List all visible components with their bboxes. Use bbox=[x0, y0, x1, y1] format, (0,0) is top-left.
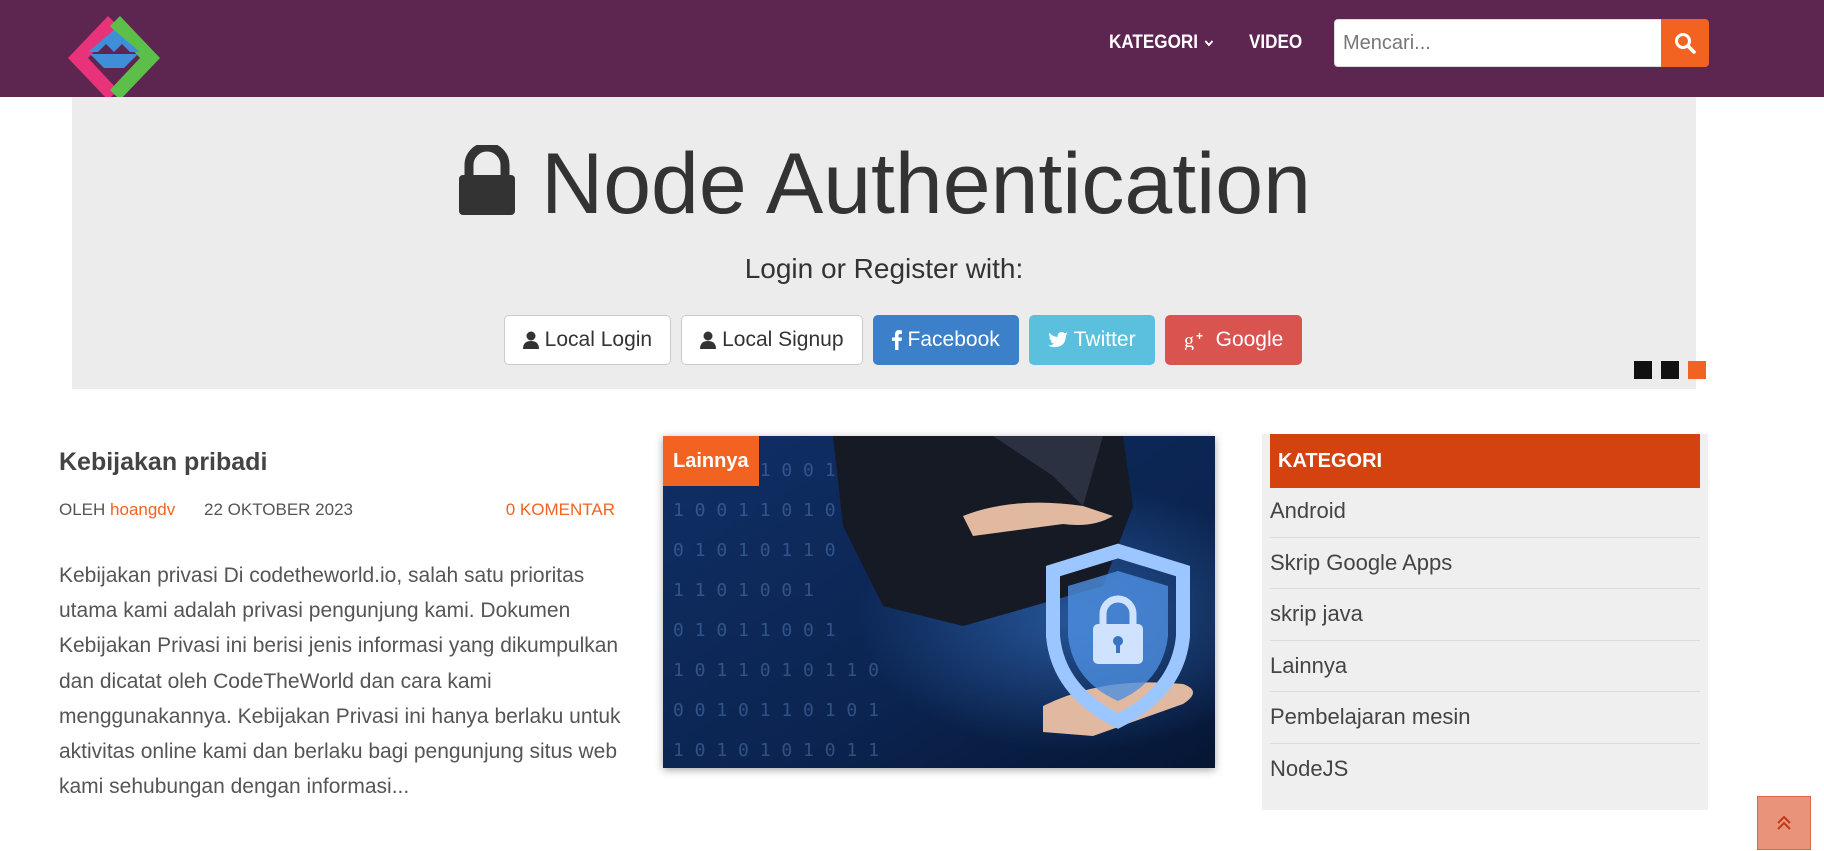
nav-kategori-label: KATEGORI bbox=[1109, 32, 1198, 53]
category-item-nodejs[interactable]: NodeJS bbox=[1270, 744, 1700, 796]
svg-text:g: g bbox=[1184, 330, 1194, 350]
slide-title: Node Authentication bbox=[72, 135, 1696, 238]
user-icon bbox=[700, 331, 717, 349]
search-box bbox=[1334, 19, 1662, 67]
by-label: OLEH bbox=[59, 500, 106, 519]
local-login-label: Local Login bbox=[544, 328, 653, 351]
back-to-top-button[interactable] bbox=[1757, 796, 1811, 850]
nav-video-label: VIDEO bbox=[1249, 32, 1303, 53]
site-logo-icon bbox=[68, 16, 160, 100]
post-byline: OLEH hoangdv bbox=[59, 500, 175, 520]
category-item-java[interactable]: skrip java bbox=[1270, 589, 1700, 641]
post-excerpt: Kebijakan privasi Di codetheworld.io, sa… bbox=[59, 564, 621, 799]
slider-dot[interactable] bbox=[1634, 361, 1652, 379]
post-title[interactable]: Kebijakan pribadi bbox=[59, 448, 267, 477]
category-item-android[interactable]: Android bbox=[1270, 486, 1700, 538]
sidebar-heading: KATEGORI bbox=[1270, 434, 1700, 488]
auth-buttons: Local Login Local Signup Facebook Twitte… bbox=[72, 315, 1696, 365]
category-item-machine-learning[interactable]: Pembelajaran mesin bbox=[1270, 692, 1700, 744]
site-header: KATEGORI VIDEO bbox=[0, 0, 1824, 100]
nav-video[interactable]: VIDEO bbox=[1249, 28, 1302, 58]
nav-kategori[interactable]: KATEGORI bbox=[1109, 28, 1214, 58]
local-signup-label: Local Signup bbox=[722, 328, 844, 351]
svg-text:+: + bbox=[1196, 330, 1203, 343]
google-label: Google bbox=[1215, 328, 1284, 351]
twitter-label: Twitter bbox=[1073, 328, 1136, 351]
chevron-down-icon bbox=[1204, 40, 1214, 47]
sidebar-categories: KATEGORI Android Skrip Google Apps skrip… bbox=[1262, 434, 1708, 810]
facebook-button[interactable]: Facebook bbox=[872, 315, 1019, 365]
featured-slider[interactable]: Node Authentication Login or Register wi… bbox=[72, 97, 1696, 389]
google-plus-icon: g + bbox=[1184, 330, 1210, 350]
lock-icon bbox=[457, 139, 517, 238]
local-signup-button[interactable]: Local Signup bbox=[681, 315, 863, 365]
post-meta: OLEH hoangdv 22 OKTOBER 2023 0 KOMENTAR bbox=[59, 500, 615, 520]
facebook-icon bbox=[891, 330, 902, 350]
facebook-label: Facebook bbox=[907, 328, 1000, 351]
double-chevron-up-icon bbox=[1777, 815, 1791, 830]
twitter-icon bbox=[1047, 331, 1068, 349]
search-button[interactable] bbox=[1661, 19, 1709, 67]
search-icon bbox=[1675, 33, 1696, 54]
post-date: 22 OKTOBER 2023 bbox=[204, 500, 353, 519]
category-item-google-apps-script[interactable]: Skrip Google Apps bbox=[1270, 538, 1700, 589]
category-item-lainnya[interactable]: Lainnya bbox=[1270, 641, 1700, 692]
slider-dot[interactable] bbox=[1661, 361, 1679, 379]
slider-dot-active[interactable] bbox=[1688, 361, 1706, 379]
google-button[interactable]: g + Google bbox=[1164, 315, 1303, 365]
post-author-link[interactable]: hoangdv bbox=[110, 500, 175, 519]
slide-title-text: Node Authentication bbox=[541, 136, 1311, 232]
search-input[interactable] bbox=[1335, 20, 1661, 66]
post-comments-link[interactable]: 0 KOMENTAR bbox=[506, 500, 615, 520]
category-badge[interactable]: Lainnya bbox=[663, 436, 759, 486]
slider-dots bbox=[1634, 361, 1706, 379]
category-list: Android Skrip Google Apps skrip java Lai… bbox=[1270, 486, 1700, 795]
local-login-button[interactable]: Local Login bbox=[503, 315, 672, 365]
user-icon bbox=[522, 331, 539, 349]
twitter-button[interactable]: Twitter bbox=[1028, 315, 1155, 365]
slide-subtitle: Login or Register with: bbox=[744, 253, 1024, 284]
site-logo[interactable] bbox=[60, 12, 180, 104]
